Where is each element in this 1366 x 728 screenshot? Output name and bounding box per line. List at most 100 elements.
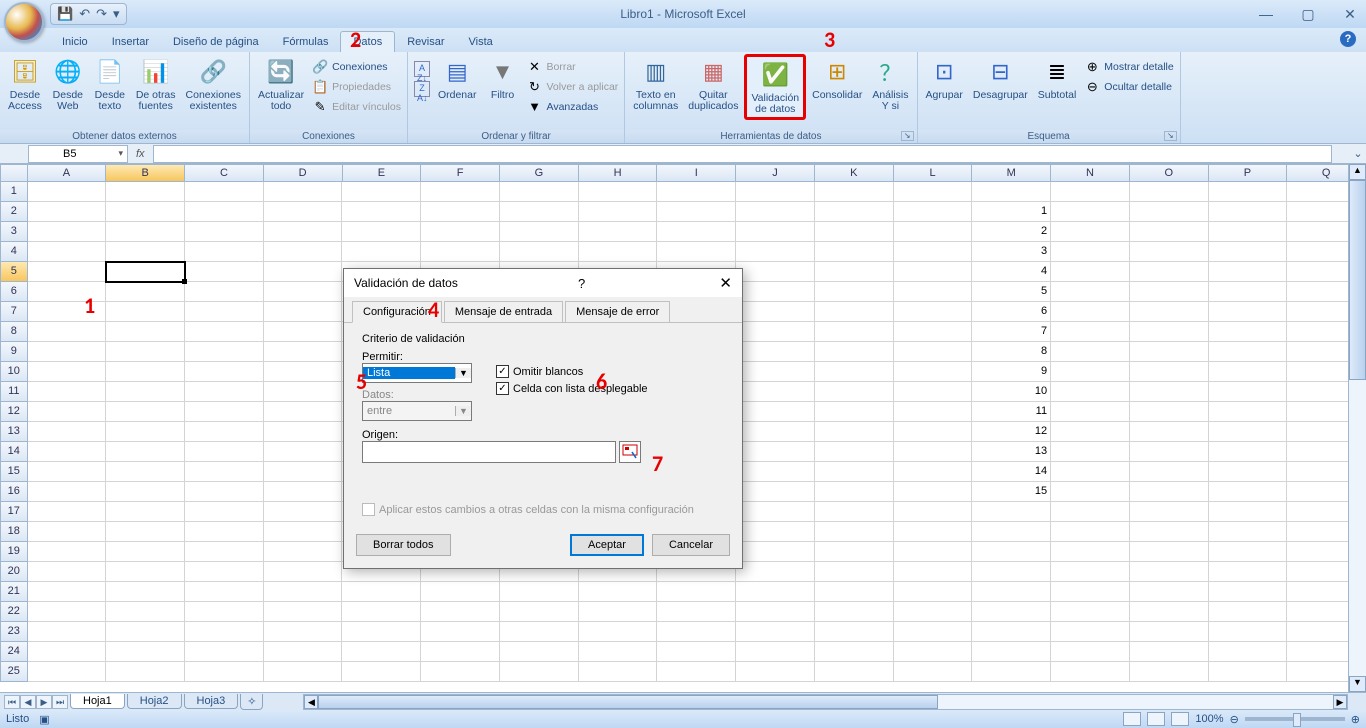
sort-button[interactable]: ▤Ordenar (434, 54, 481, 103)
cell-P18[interactable] (1209, 522, 1288, 542)
clear-all-button[interactable]: Borrar todos (356, 534, 451, 556)
cell-C16[interactable] (185, 482, 264, 502)
new-sheet-button[interactable]: ✧ (240, 694, 263, 710)
what-if-button[interactable]: ？AnálisisY si (868, 54, 912, 114)
cell-F4[interactable] (421, 242, 500, 262)
cell-G23[interactable] (500, 622, 579, 642)
cell-O22[interactable] (1130, 602, 1209, 622)
save-icon[interactable]: 💾 (57, 6, 73, 22)
cell-N25[interactable] (1051, 662, 1130, 682)
cell-L6[interactable] (894, 282, 973, 302)
cell-A2[interactable] (28, 202, 107, 222)
cell-C13[interactable] (185, 422, 264, 442)
cell-C2[interactable] (185, 202, 264, 222)
row-header-17[interactable]: 17 (0, 502, 28, 522)
dropdown-checkbox[interactable]: ✓Celda con lista desplegable (496, 382, 648, 395)
cell-C5[interactable] (185, 262, 264, 282)
cell-N18[interactable] (1051, 522, 1130, 542)
row-header-10[interactable]: 10 (0, 362, 28, 382)
group-button[interactable]: ⊡Agrupar (922, 54, 967, 103)
cell-H2[interactable] (579, 202, 658, 222)
cell-O3[interactable] (1130, 222, 1209, 242)
cell-L13[interactable] (894, 422, 973, 442)
cell-F2[interactable] (421, 202, 500, 222)
cell-M8[interactable]: 7 (972, 322, 1051, 342)
cell-G3[interactable] (500, 222, 579, 242)
cell-O2[interactable] (1130, 202, 1209, 222)
row-header-18[interactable]: 18 (0, 522, 28, 542)
existing-conn-button[interactable]: 🔗Conexionesexistentes (182, 54, 245, 114)
cell-I21[interactable] (657, 582, 736, 602)
sheet-nav-next[interactable]: ▶ (36, 695, 52, 709)
cell-O16[interactable] (1130, 482, 1209, 502)
cell-L21[interactable] (894, 582, 973, 602)
cell-G1[interactable] (500, 182, 579, 202)
tab-inicio[interactable]: Inicio (50, 32, 100, 52)
row-header-11[interactable]: 11 (0, 382, 28, 402)
cell-D16[interactable] (264, 482, 343, 502)
source-input[interactable] (362, 441, 616, 463)
allow-combobox[interactable]: Lista ▼ (362, 363, 472, 383)
cell-F3[interactable] (421, 222, 500, 242)
cell-P4[interactable] (1209, 242, 1288, 262)
cell-H24[interactable] (579, 642, 658, 662)
cell-P25[interactable] (1209, 662, 1288, 682)
zoom-in-button[interactable]: ⊕ (1351, 713, 1360, 726)
cell-P16[interactable] (1209, 482, 1288, 502)
col-header-J[interactable]: J (736, 164, 815, 182)
sheet-nav-prev[interactable]: ◀ (20, 695, 36, 709)
col-header-F[interactable]: F (421, 164, 500, 182)
cell-M4[interactable]: 3 (972, 242, 1051, 262)
cell-O15[interactable] (1130, 462, 1209, 482)
cell-K2[interactable] (815, 202, 894, 222)
office-button[interactable] (4, 2, 44, 42)
cell-L14[interactable] (894, 442, 973, 462)
cell-L15[interactable] (894, 462, 973, 482)
cell-P15[interactable] (1209, 462, 1288, 482)
vscroll-thumb[interactable] (1349, 180, 1366, 380)
cell-K16[interactable] (815, 482, 894, 502)
row-header-25[interactable]: 25 (0, 662, 28, 682)
cell-L16[interactable] (894, 482, 973, 502)
cell-P8[interactable] (1209, 322, 1288, 342)
col-header-B[interactable]: B (106, 164, 185, 182)
scroll-up-icon[interactable]: ▲ (1349, 164, 1366, 180)
row-header-3[interactable]: 3 (0, 222, 28, 242)
cell-B19[interactable] (106, 542, 185, 562)
cell-L4[interactable] (894, 242, 973, 262)
cell-B11[interactable] (106, 382, 185, 402)
cell-J22[interactable] (736, 602, 815, 622)
cell-C25[interactable] (185, 662, 264, 682)
cell-M5[interactable]: 4 (972, 262, 1051, 282)
cell-F1[interactable] (421, 182, 500, 202)
cell-O17[interactable] (1130, 502, 1209, 522)
from-other-button[interactable]: 📊De otrasfuentes (132, 54, 180, 114)
zoom-out-button[interactable]: ⊖ (1230, 713, 1239, 726)
cell-A17[interactable] (28, 502, 107, 522)
cell-P12[interactable] (1209, 402, 1288, 422)
cell-D7[interactable] (264, 302, 343, 322)
col-header-N[interactable]: N (1051, 164, 1130, 182)
cell-B12[interactable] (106, 402, 185, 422)
cell-M2[interactable]: 1 (972, 202, 1051, 222)
cell-L17[interactable] (894, 502, 973, 522)
hide-detail-button[interactable]: ⊖Ocultar detalle (1082, 78, 1175, 96)
cell-A1[interactable] (28, 182, 107, 202)
cell-O12[interactable] (1130, 402, 1209, 422)
redo-icon[interactable]: ↷ (96, 6, 107, 22)
scroll-down-icon[interactable]: ▼ (1349, 676, 1366, 692)
cell-O20[interactable] (1130, 562, 1209, 582)
col-header-G[interactable]: G (500, 164, 579, 182)
advanced-filter-button[interactable]: ▼Avanzadas (525, 98, 621, 116)
cell-D4[interactable] (264, 242, 343, 262)
row-header-8[interactable]: 8 (0, 322, 28, 342)
cell-E1[interactable] (342, 182, 421, 202)
cell-L23[interactable] (894, 622, 973, 642)
cell-K23[interactable] (815, 622, 894, 642)
cell-M9[interactable]: 8 (972, 342, 1051, 362)
cell-G25[interactable] (500, 662, 579, 682)
cell-N8[interactable] (1051, 322, 1130, 342)
sheet-tab-1[interactable]: Hoja1 (70, 694, 125, 709)
cell-A6[interactable] (28, 282, 107, 302)
cell-J15[interactable] (736, 462, 815, 482)
